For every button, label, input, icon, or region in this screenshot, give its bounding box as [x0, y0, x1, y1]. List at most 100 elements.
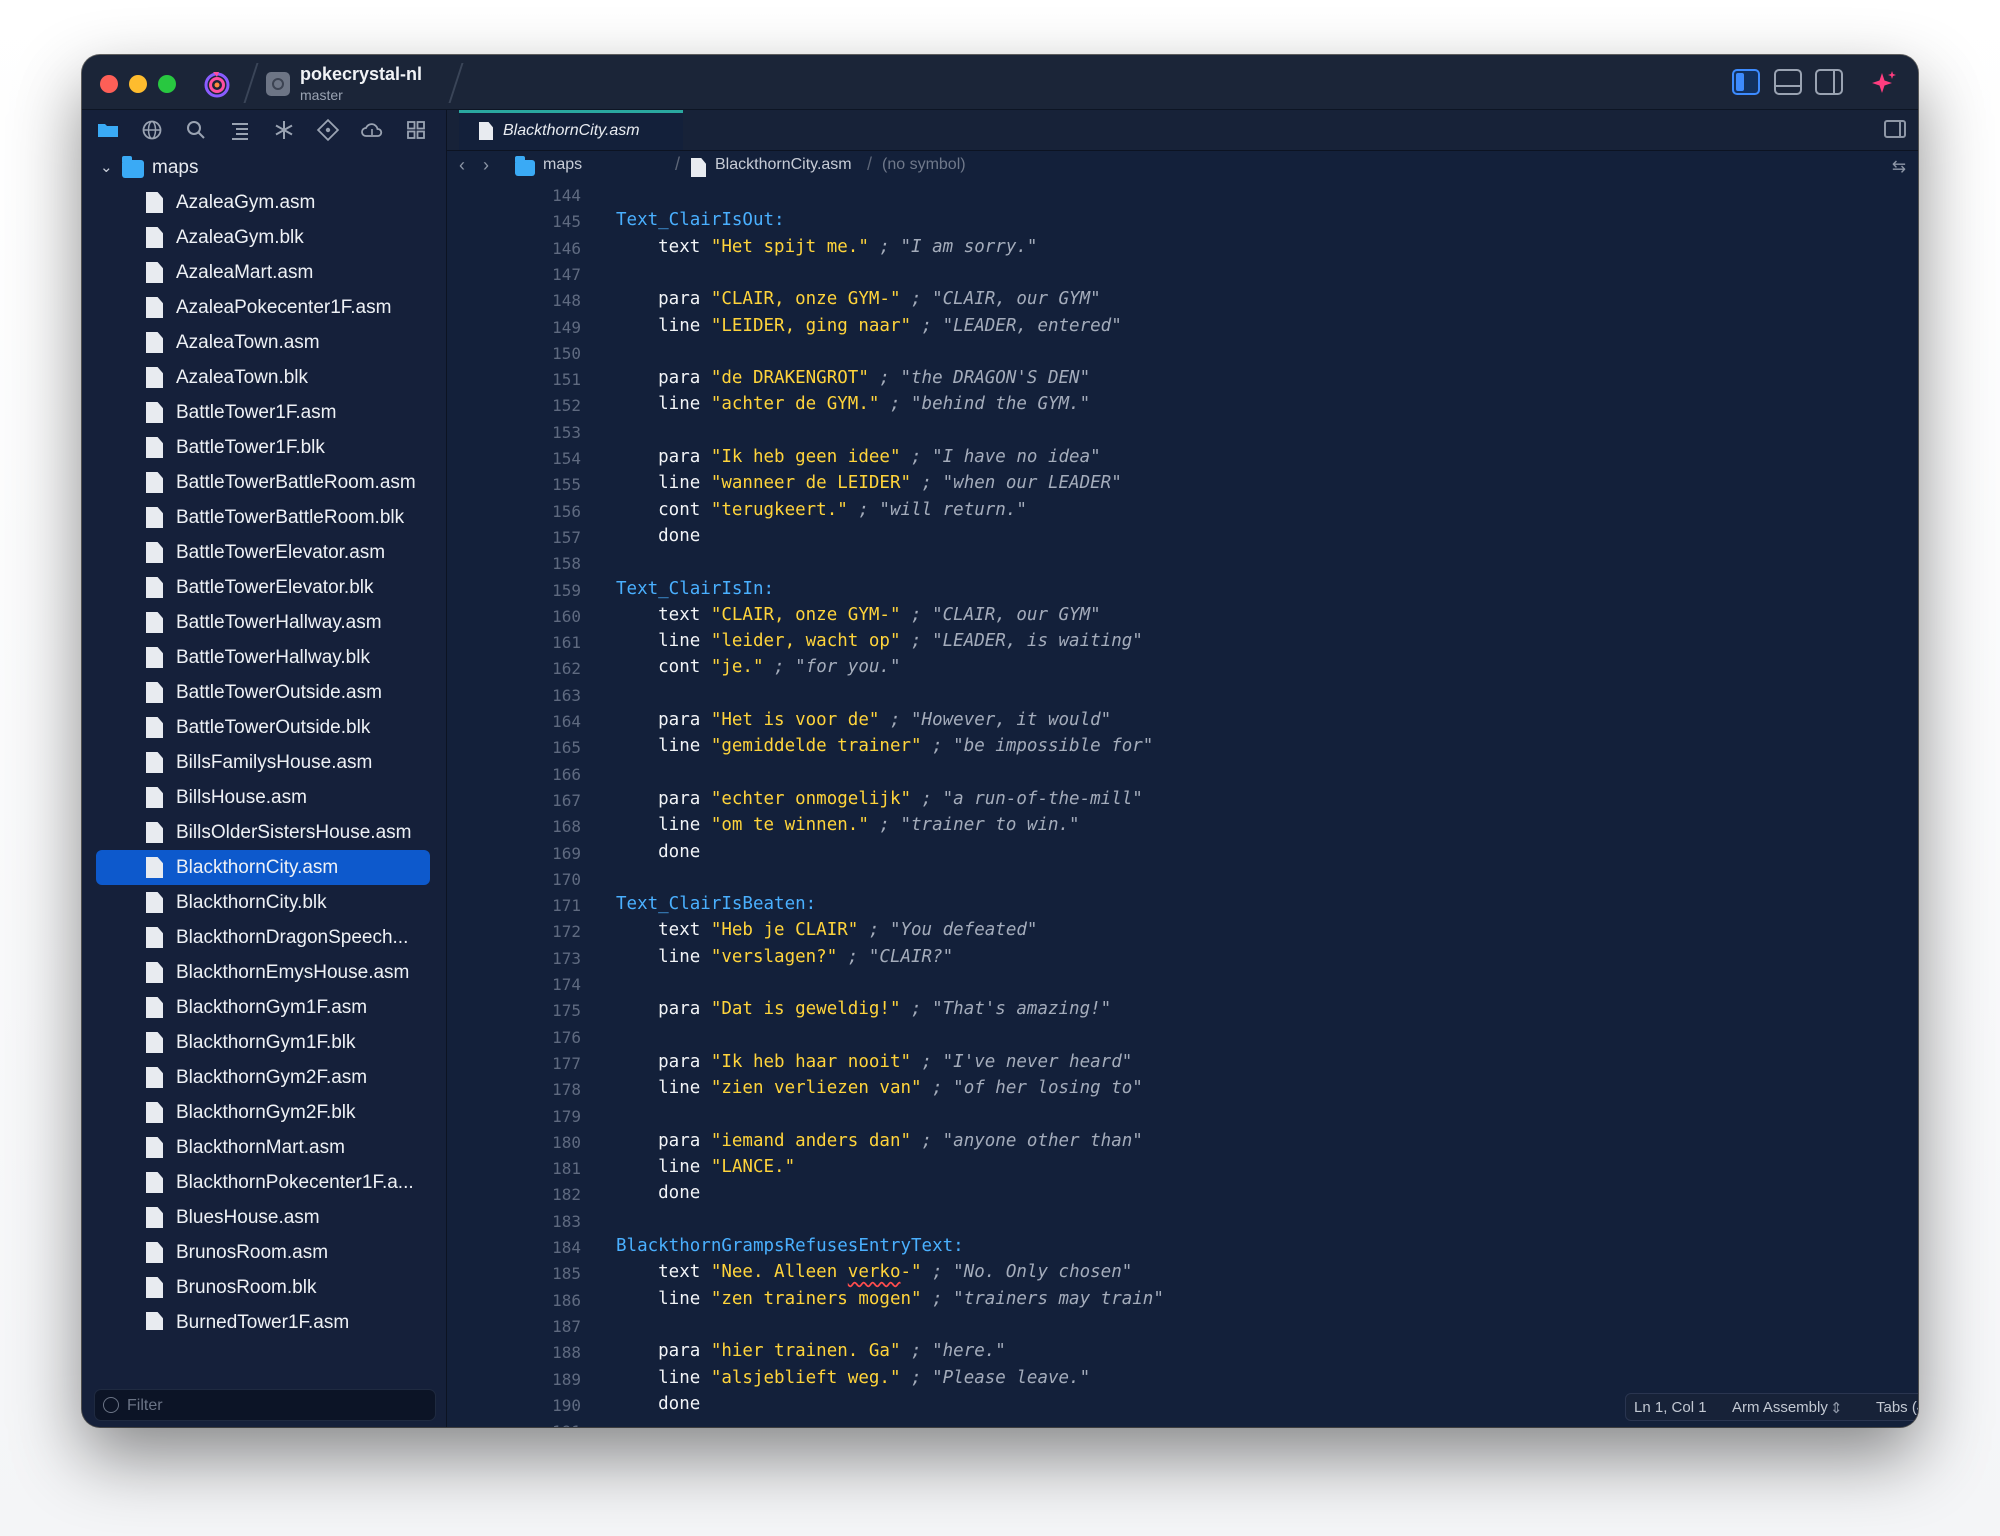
globe-icon[interactable] — [140, 118, 164, 142]
toggle-right-panel-icon[interactable] — [1815, 69, 1843, 95]
grid-icon[interactable] — [404, 118, 428, 142]
code-line[interactable]: 160 text "CLAIR, onze GYM-" ; "CLAIR, ou… — [447, 605, 1918, 631]
code-line[interactable]: 147 — [447, 263, 1918, 289]
search-icon[interactable] — [184, 118, 208, 142]
sidebar-file-item[interactable]: AzaleaTown.blk — [82, 360, 446, 395]
code-line[interactable]: 155 line "wanneer de LEIDER" ; "when our… — [447, 473, 1918, 499]
sidebar-file-item[interactable]: BlackthornGym1F.blk — [82, 1025, 446, 1060]
code-line[interactable]: 149 line "LEIDER, ging naar" ; "LEADER, … — [447, 316, 1918, 342]
code-area[interactable]: 144 145 Text_ClairIsOut: 146 text "Het spij… — [447, 184, 1918, 1427]
sidebar-file-item[interactable]: BattleTowerHallway.asm — [82, 605, 446, 640]
code-line[interactable]: 151 para "de DRAKENGROT" ; "the DRAGON'S… — [447, 368, 1918, 394]
sidebar-file-item[interactable]: BlackthornGym2F.blk — [82, 1095, 446, 1130]
code-line[interactable]: 166 — [447, 763, 1918, 789]
close-window-button[interactable] — [100, 75, 118, 93]
code-line[interactable]: 184 BlackthornGrampsRefusesEntryText: — [447, 1236, 1918, 1262]
code-line[interactable]: 145 Text_ClairIsOut: — [447, 210, 1918, 236]
asterisk-icon[interactable] — [272, 118, 296, 142]
sidebar-file-item[interactable]: BattleTowerBattleRoom.blk — [82, 500, 446, 535]
swap-icon[interactable]: ⇆ — [1892, 157, 1906, 177]
toggle-left-panel-icon[interactable] — [1732, 69, 1760, 95]
sidebar-file-item[interactable]: AzaleaTown.asm — [82, 325, 446, 360]
code-line[interactable]: 177 para "Ik heb haar nooit" ; "I've nev… — [447, 1052, 1918, 1078]
code-line[interactable]: 173 line "verslagen?" ; "CLAIR?" — [447, 947, 1918, 973]
folder-icon[interactable] — [96, 118, 120, 142]
breadcrumb-folder[interactable]: maps — [543, 156, 582, 174]
sidebar-file-item[interactable]: BillsFamilysHouse.asm — [82, 745, 446, 780]
code-line[interactable]: 159 Text_ClairIsIn: — [447, 579, 1918, 605]
indent-mode[interactable]: Tabs (4 sp) — [1876, 1399, 1918, 1416]
sidebar-file-item[interactable]: BlackthornMart.asm — [82, 1130, 446, 1165]
code-line[interactable]: 148 para "CLAIR, onze GYM-" ; "CLAIR, ou… — [447, 289, 1918, 315]
back-arrow-icon[interactable]: ‹ — [459, 155, 465, 176]
sidebar-file-item[interactable]: BrunosRoom.asm — [82, 1235, 446, 1270]
sidebar-file-item[interactable]: BlackthornCity.asm — [96, 850, 430, 885]
code-line[interactable]: 178 line "zien verliezen van" ; "of her … — [447, 1078, 1918, 1104]
sidebar-file-item[interactable]: BurnedTower1F.asm — [82, 1305, 446, 1330]
ai-sparkle-icon[interactable] — [1870, 69, 1898, 97]
sidebar-file-item[interactable]: BattleTower1F.asm — [82, 395, 446, 430]
sidebar-file-item[interactable]: BattleTowerHallway.blk — [82, 640, 446, 675]
chevron-down-icon[interactable]: ⌄ — [100, 158, 113, 176]
code-line[interactable]: 170 — [447, 868, 1918, 894]
code-line[interactable]: 171 Text_ClairIsBeaten: — [447, 894, 1918, 920]
code-line[interactable]: 154 para "Ik heb geen idee" ; "I have no… — [447, 447, 1918, 473]
code-line[interactable]: 164 para "Het is voor de" ; "However, it… — [447, 710, 1918, 736]
sidebar-file-item[interactable]: BattleTowerElevator.asm — [82, 535, 446, 570]
sidebar-file-item[interactable]: BlackthornGym2F.asm — [82, 1060, 446, 1095]
app-logo-icon[interactable] — [202, 69, 232, 99]
tree-root-folder[interactable]: ⌄ maps — [82, 150, 446, 185]
code-line[interactable]: 183 — [447, 1210, 1918, 1236]
code-line[interactable]: 162 cont "je." ; "for you." — [447, 657, 1918, 683]
toggle-bottom-panel-icon[interactable] — [1774, 69, 1802, 95]
code-line[interactable]: 176 — [447, 1026, 1918, 1052]
git-icon[interactable] — [316, 118, 340, 142]
code-line[interactable]: 161 line "leider, wacht op" ; "LEADER, i… — [447, 631, 1918, 657]
filter-input[interactable] — [125, 1393, 429, 1419]
repo-name[interactable]: pokecrystal-nl — [300, 64, 422, 85]
code-line[interactable]: 174 — [447, 973, 1918, 999]
cursor-position[interactable]: Ln 1, Col 1 — [1634, 1399, 1707, 1416]
sidebar-file-item[interactable]: BlackthornPokecenter1F.a... — [82, 1165, 446, 1200]
code-line[interactable]: 150 — [447, 342, 1918, 368]
code-line[interactable]: 153 — [447, 421, 1918, 447]
code-line[interactable]: 187 — [447, 1315, 1918, 1341]
sidebar-file-item[interactable]: BattleTowerBattleRoom.asm — [82, 465, 446, 500]
breadcrumb-file[interactable]: BlackthornCity.asm — [715, 156, 852, 174]
code-line[interactable]: 172 text "Heb je CLAIR" ; "You defeated" — [447, 920, 1918, 946]
sidebar-file-item[interactable]: BlackthornEmysHouse.asm — [82, 955, 446, 990]
sidebar-file-item[interactable]: BillsHouse.asm — [82, 780, 446, 815]
sidebar-file-item[interactable]: BrunosRoom.blk — [82, 1270, 446, 1305]
code-line[interactable]: 185 text "Nee. Alleen verko-" ; "No. Onl… — [447, 1262, 1918, 1288]
chevron-updown-icon[interactable]: ⇕ — [1830, 1399, 1843, 1417]
code-line[interactable]: 182 done — [447, 1183, 1918, 1209]
sidebar-file-item[interactable]: BattleTowerOutside.blk — [82, 710, 446, 745]
sidebar-file-item[interactable]: BattleTowerElevator.blk — [82, 570, 446, 605]
branch-name[interactable]: master — [300, 87, 343, 103]
code-line[interactable]: 188 para "hier trainen. Ga" ; "here." — [447, 1341, 1918, 1367]
code-line[interactable]: 156 cont "terugkeert." ; "will return." — [447, 500, 1918, 526]
code-line[interactable]: 189 line "alsjeblieft weg." ; "Please le… — [447, 1368, 1918, 1394]
sidebar-file-item[interactable]: AzaleaPokecenter1F.asm — [82, 290, 446, 325]
code-line[interactable]: 168 line "om te winnen." ; "trainer to w… — [447, 815, 1918, 841]
code-line[interactable]: 191 — [447, 1420, 1918, 1427]
sidebar-file-item[interactable]: AzaleaGym.asm — [82, 185, 446, 220]
sidebar-file-item[interactable]: AzaleaMart.asm — [82, 255, 446, 290]
sidebar-file-item[interactable]: BattleTower1F.blk — [82, 430, 446, 465]
split-editor-icon[interactable] — [1884, 120, 1906, 138]
minimize-window-button[interactable] — [129, 75, 147, 93]
sidebar-file-item[interactable]: BlackthornDragonSpeech... — [82, 920, 446, 955]
code-line[interactable]: 152 line "achter de GYM." ; "behind the … — [447, 394, 1918, 420]
code-line[interactable]: 169 done — [447, 842, 1918, 868]
code-line[interactable]: 167 para "echter onmogelijk" ; "a run-of… — [447, 789, 1918, 815]
language-mode[interactable]: Arm Assembly — [1732, 1399, 1828, 1416]
code-line[interactable]: 144 — [447, 184, 1918, 210]
breadcrumb-symbol[interactable]: (no symbol) — [882, 156, 966, 174]
code-line[interactable]: 186 line "zen trainers mogen" ; "trainer… — [447, 1289, 1918, 1315]
sidebar-file-item[interactable]: AzaleaGym.blk — [82, 220, 446, 255]
code-line[interactable]: 165 line "gemiddelde trainer" ; "be impo… — [447, 736, 1918, 762]
maximize-window-button[interactable] — [158, 75, 176, 93]
code-line[interactable]: 158 — [447, 552, 1918, 578]
cloud-icon[interactable] — [360, 118, 384, 142]
sidebar-file-item[interactable]: BlackthornGym1F.asm — [82, 990, 446, 1025]
